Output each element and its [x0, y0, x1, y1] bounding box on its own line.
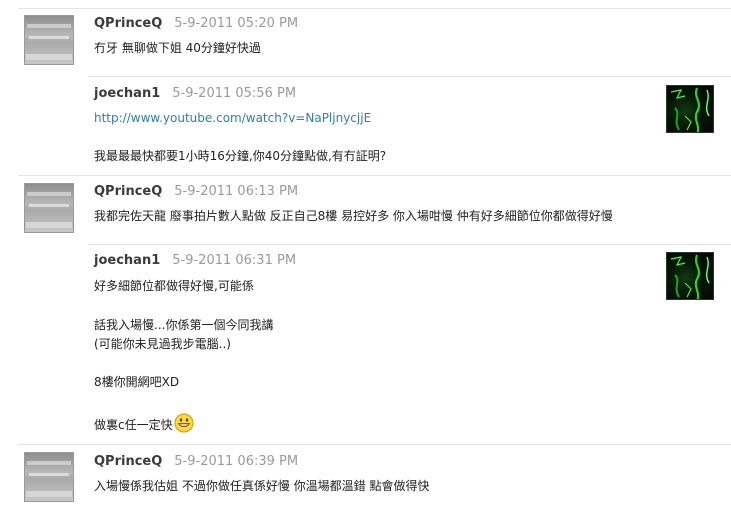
- username[interactable]: joechan1: [94, 86, 160, 101]
- post-text: 好多細節位都做得好慢,可能係: [94, 279, 254, 293]
- post-date: 5-9-2011 06:31 PM: [172, 253, 297, 268]
- avatar[interactable]: [666, 85, 714, 133]
- post-text: 做裏c任一定快: [94, 418, 173, 432]
- post-divider: [88, 244, 731, 245]
- username[interactable]: QPrinceQ: [94, 454, 162, 469]
- post-divider: [18, 8, 731, 9]
- avatar[interactable]: [24, 183, 74, 233]
- username[interactable]: joechan1: [94, 253, 160, 268]
- post-divider: [18, 175, 731, 176]
- avatar[interactable]: [666, 252, 714, 300]
- post-divider: [88, 76, 731, 77]
- post-text: 我都完佐天龍 廢事拍片數人點做 反正自己8樓 易控好多 你入場咁慢 仲有好多細節…: [94, 209, 613, 223]
- post-date: 5-9-2011 05:20 PM: [174, 16, 299, 31]
- post-date: 5-9-2011 05:56 PM: [172, 86, 297, 101]
- avatar[interactable]: [24, 452, 74, 502]
- post-text: (可能你未見過我步電腦..): [94, 337, 231, 351]
- username[interactable]: QPrinceQ: [94, 16, 162, 31]
- post-date: 5-9-2011 06:13 PM: [174, 184, 299, 199]
- grin-emoticon-icon: [174, 413, 194, 439]
- post-text: 冇牙 無聊做下姐 40分鐘好快過: [94, 41, 261, 55]
- avatar[interactable]: [24, 15, 74, 65]
- youtube-link[interactable]: http://www.youtube.com/watch?v=NaPljnycj…: [94, 111, 371, 125]
- post-divider: [18, 444, 731, 445]
- post-text: 8樓你開網吧XD: [94, 375, 180, 389]
- post-text: 入場慢係我估姐 不過你做任真係好慢 你溫場都溫錯 點會做得快: [94, 479, 430, 493]
- username[interactable]: QPrinceQ: [94, 184, 162, 199]
- post-date: 5-9-2011 06:39 PM: [174, 454, 299, 469]
- post-text: 話我入場慢...你係第一個今同我講: [94, 318, 274, 332]
- post-text: 我最最最快都要1小時16分鐘,你40分鐘點做,有冇証明?: [94, 149, 387, 163]
